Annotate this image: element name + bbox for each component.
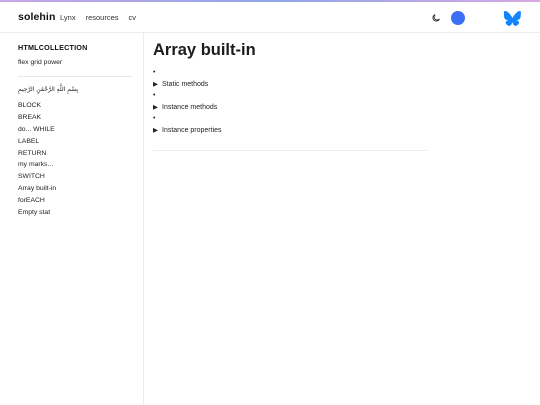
sidebar-title[interactable]: HTMLCOLLECTION: [18, 43, 87, 52]
details-instance-methods[interactable]: ▶ Instance methods: [153, 103, 218, 112]
disclosure-triangle-icon: ▶: [153, 104, 158, 111]
list-bullet: •: [153, 115, 156, 122]
details-summary-label: Instance methods: [162, 103, 218, 111]
details-static-methods[interactable]: ▶ Static methods: [153, 80, 209, 89]
sidebar-item-foreach[interactable]: forEACH: [18, 195, 56, 207]
sidebar-divider: [18, 76, 132, 77]
sidebar-arabic-heading: بِسْمِ اللَّهِ الرَّحْمَٰنِ الرَّحِيمِ: [18, 86, 79, 93]
avatar-blob-icon[interactable]: [451, 11, 465, 25]
sidebar-subtitle-link[interactable]: flex grid power: [18, 59, 62, 66]
page-title: Array built-in: [153, 41, 256, 59]
sidebar-item-do-while[interactable]: do... WHILE: [18, 124, 56, 136]
sidebar-item-switch[interactable]: SWITCH: [18, 171, 56, 183]
disclosure-triangle-icon: ▶: [153, 127, 158, 134]
butterfly-icon[interactable]: [504, 11, 521, 26]
sidebar-item-array-built-in[interactable]: Array built-in: [18, 183, 56, 195]
sidebar-item-label[interactable]: LABEL: [18, 136, 56, 148]
content-divider: [153, 150, 427, 151]
list-bullet: •: [153, 69, 156, 76]
sidebar-item-block[interactable]: BLOCK: [18, 100, 56, 112]
sidebar-item-break[interactable]: BREAK: [18, 112, 56, 124]
nav-link-lynx[interactable]: Lynx: [60, 13, 76, 22]
sidebar: HTMLCOLLECTION flex grid power بِسْمِ ال…: [0, 33, 144, 405]
details-summary-label: Instance properties: [162, 126, 222, 134]
list-bullet: •: [153, 92, 156, 99]
moon-icon[interactable]: [431, 13, 441, 23]
sidebar-item-return[interactable]: RETURN: [18, 148, 56, 160]
sidebar-item-my-marks[interactable]: my marks...: [18, 159, 56, 171]
nav-link-resources[interactable]: resources: [86, 13, 119, 22]
main-nav: Lynx resources cv: [60, 13, 136, 22]
sidebar-list: BLOCK BREAK do... WHILE LABEL RETURN my …: [18, 100, 56, 219]
nav-link-cv[interactable]: cv: [129, 13, 137, 22]
sidebar-item-empty-stat[interactable]: Empty stat: [18, 207, 56, 219]
details-summary-label: Static methods: [162, 80, 209, 88]
site-header: solehin Lynx resources cv: [0, 2, 540, 33]
details-instance-properties[interactable]: ▶ Instance properties: [153, 126, 222, 135]
disclosure-triangle-icon: ▶: [153, 81, 158, 88]
brand-logo[interactable]: solehin: [18, 11, 55, 23]
